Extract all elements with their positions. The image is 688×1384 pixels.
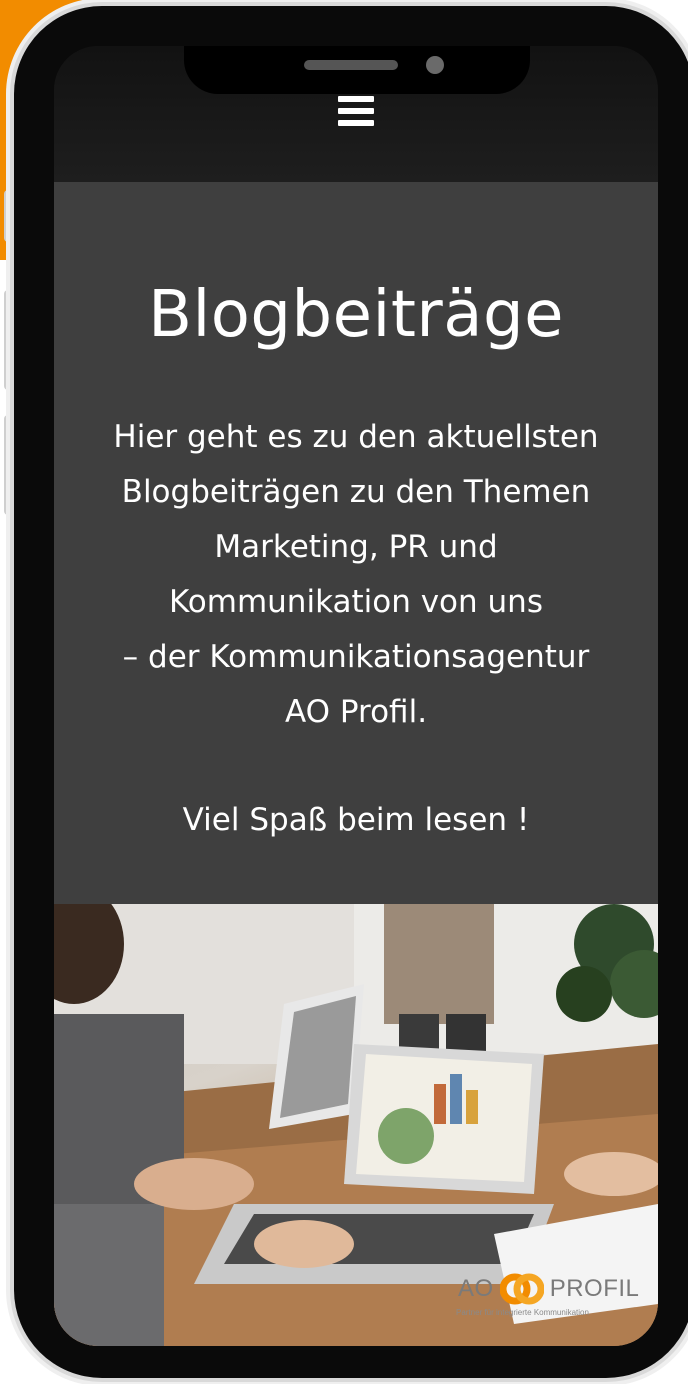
page: Blogbeiträge Hier geht es zu den aktuell… — [0, 0, 688, 1384]
phone-volume-up-button — [4, 290, 14, 390]
logo-text-right: PROFIL — [549, 1275, 640, 1302]
ao-profil-logo: AO PROFIL — [458, 1272, 639, 1306]
hero-intro-line: Marketing, PR und — [214, 529, 498, 565]
hero-intro: Hier geht es zu den aktuellsten Blogbeit… — [54, 410, 658, 740]
front-camera — [426, 56, 444, 74]
hamburger-menu-icon[interactable] — [338, 96, 374, 126]
speaker-grille — [304, 60, 398, 70]
hero-intro-line: Kommunikation von uns — [169, 584, 543, 620]
hero-intro-line: – der Kommunikationsagentur — [122, 639, 590, 675]
hero-cta-text: Viel Spaß beim lesen ! — [182, 802, 530, 838]
phone-silent-switch — [4, 190, 14, 242]
page-title: Blogbeiträge — [148, 278, 564, 352]
hero-intro-line: Blogbeiträgen zu den Themen — [121, 474, 591, 510]
hero-intro-line: Hier geht es zu den aktuellsten — [113, 419, 599, 455]
interlocking-rings-logo-icon — [499, 1273, 544, 1305]
team-meeting-photo: AO PROFIL Partner für integrierte Kommun… — [54, 904, 658, 1346]
hero-intro-line: AO Profil. — [284, 694, 428, 730]
phone-notch — [184, 46, 530, 94]
hero-section: Blogbeiträge Hier geht es zu den aktuell… — [54, 182, 658, 904]
logo-text-left: AO — [458, 1275, 494, 1302]
logo-tagline: Partner für integrierte Kommunikation — [456, 1308, 589, 1317]
phone-volume-down-button — [4, 415, 14, 515]
phone-screen: Blogbeiträge Hier geht es zu den aktuell… — [54, 46, 658, 1346]
